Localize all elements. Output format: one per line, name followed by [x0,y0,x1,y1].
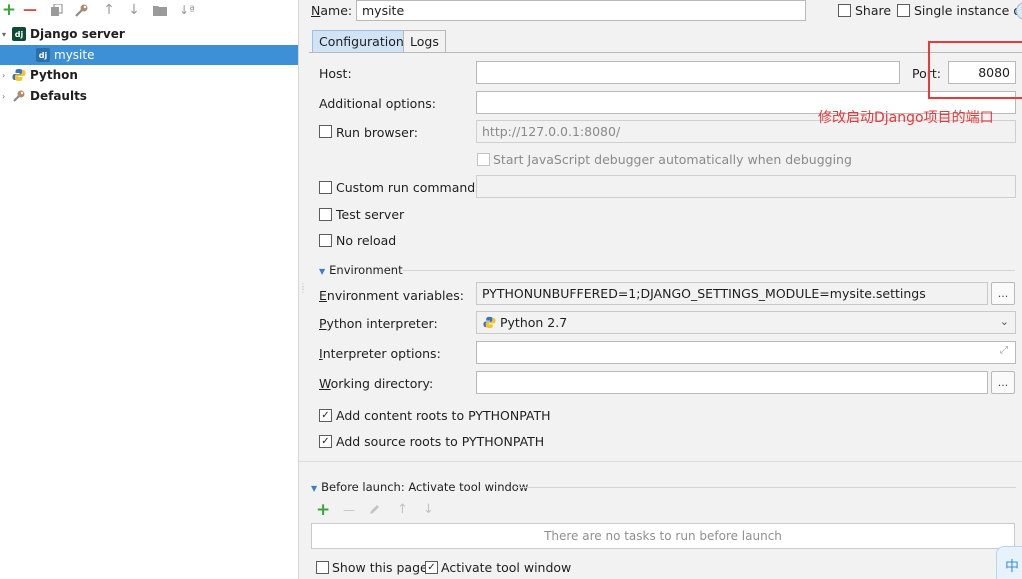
environment-section-header[interactable]: ▼ Environment [319,263,403,277]
js-debugger-label: Start JavaScript debugger automatically … [493,152,852,167]
expand-arrow-icon[interactable]: › [2,71,12,80]
tree-item-label: Defaults [30,89,87,103]
env-vars-browse-button[interactable]: ... [991,282,1015,305]
single-instance-checkbox[interactable] [897,4,910,17]
environment-separator [403,270,1015,271]
django-icon: dj [36,48,50,62]
splitter-grip-icon[interactable]: ⋮ ⋮ [299,283,307,294]
test-server-checkbox[interactable] [319,208,332,221]
edit-task-icon[interactable] [369,503,381,518]
run-browser-label: Run browser: [336,125,418,140]
additional-options-label: Additional options: [319,96,436,111]
tree-item-label: Python [30,68,78,82]
collapse-triangle-icon[interactable]: ▼ [319,267,325,276]
tree-item-label: Django server [30,27,125,41]
run-browser-checkbox[interactable] [319,125,332,138]
before-launch-top-divider [298,461,1022,462]
show-this-page-checkbox[interactable] [316,561,329,574]
add-source-roots-checkbox[interactable]: ✓ [319,435,332,448]
collapse-triangle-icon[interactable]: ▼ [311,484,317,493]
test-server-label: Test server [336,207,405,222]
show-this-page-label: Show this page [332,560,428,575]
python-interpreter-select[interactable]: Python 2.7 ⌄ [476,311,1016,334]
folder-icon[interactable] [151,1,169,19]
before-launch-header[interactable]: ▼ Before launch: Activate tool window [311,480,528,494]
annotation-highlight-box [928,41,1022,99]
copy-icon[interactable] [47,1,65,19]
working-directory-input[interactable] [476,371,988,394]
config-tree-panel: + — ↑ ↓ ↓ª ▾ dj Django server dj mysite … [0,0,298,579]
add-content-roots-label: Add content roots to PYTHONPATH [336,408,551,423]
working-directory-label: Working directory: [319,376,434,391]
interpreter-options-label: Interpreter options: [319,346,441,361]
remove-icon[interactable]: — [21,1,39,19]
chevron-down-icon[interactable]: ⌄ [1000,315,1009,328]
sort-icon[interactable]: ↓ª [178,1,196,19]
no-reload-label: No reload [336,233,397,248]
activate-tool-window-checkbox[interactable]: ✓ [425,561,438,574]
tree-item-python[interactable]: › Python [0,65,298,85]
before-launch-separator [516,487,1016,488]
input-method-badge[interactable]: 中 [996,546,1022,579]
wrench-icon [12,89,26,103]
tree-item-django-server[interactable]: ▾ dj Django server [0,24,298,44]
move-task-down-icon[interactable]: ↓ [423,502,434,517]
custom-run-command-checkbox[interactable] [319,181,332,194]
host-label: Host: [319,66,352,81]
single-instance-label: Single instance only [914,3,1022,18]
tab-logs[interactable]: Logs [403,30,446,52]
share-label: Share [855,3,892,18]
move-up-icon[interactable]: ↑ [100,1,118,19]
django-icon: dj [12,27,26,41]
tree-item-mysite[interactable]: dj mysite [0,45,298,65]
add-source-roots-label: Add source roots to PYTHONPATH [336,434,545,449]
expand-arrow-icon[interactable]: › [2,92,12,101]
before-launch-task-list[interactable]: There are no tasks to run before launch [311,523,1015,549]
move-task-up-icon[interactable]: ↑ [397,502,408,517]
add-icon[interactable]: + [0,0,18,20]
remove-task-icon[interactable]: — [343,503,355,517]
config-toolbar: + — ↑ ↓ ↓ª [0,0,298,22]
no-reload-checkbox[interactable] [319,234,332,247]
tab-divider [309,52,1022,53]
js-debugger-checkbox[interactable] [477,153,490,166]
share-checkbox[interactable] [838,4,851,17]
tree-item-defaults[interactable]: › Defaults [0,86,298,106]
name-input[interactable]: mysite [356,0,806,21]
name-label: Nmysiteame: [311,3,353,18]
interpreter-options-input[interactable] [476,341,1016,364]
python-interpreter-label: Python interpreter: [319,316,438,331]
custom-run-command-label: Custom run command: [336,180,480,195]
add-task-icon[interactable]: + [316,500,330,520]
tree-item-label: mysite [54,48,95,62]
env-vars-label: Environment variables: [319,288,464,303]
expand-arrow-icon[interactable]: ▾ [2,30,12,39]
env-vars-input[interactable]: PYTHONUNBUFFERED=1;DJANGO_SETTINGS_MODUL… [476,282,988,305]
wrench-icon[interactable] [72,1,90,19]
activate-tool-window-label: Activate tool window [441,560,572,575]
custom-run-command-input[interactable] [476,175,1016,198]
move-down-icon[interactable]: ↓ [125,1,143,19]
tab-configuration[interactable]: Configuration [312,30,411,52]
add-content-roots-checkbox[interactable]: ✓ [319,409,332,422]
working-directory-browse-button[interactable]: ... [991,371,1015,394]
python-interpreter-value: Python 2.7 [499,315,568,330]
annotation-note: 修改启动Django项目的端口 [818,110,994,126]
host-input[interactable] [476,61,900,84]
python-icon [483,316,496,332]
python-icon [12,68,26,82]
expand-icon[interactable]: ⤢ [1000,345,1008,356]
